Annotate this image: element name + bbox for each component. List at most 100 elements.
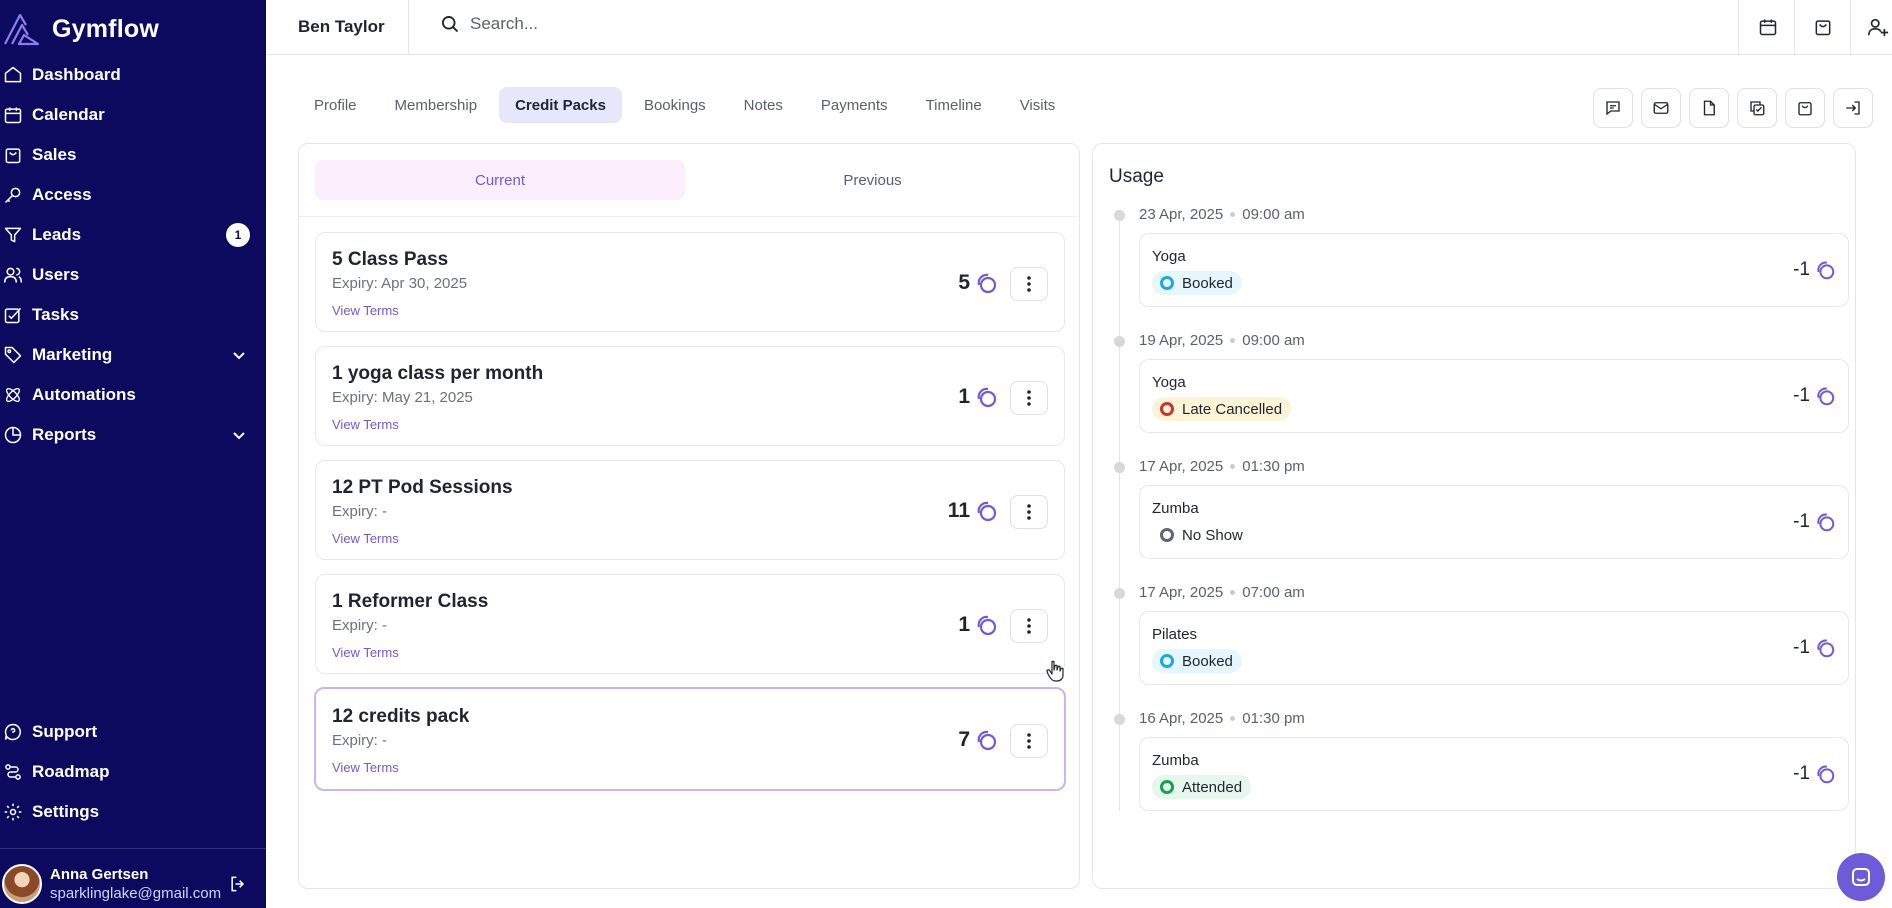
usage-datetime: 23 Apr, 2025 09:00 am	[1139, 206, 1305, 223]
member-actions	[1593, 88, 1873, 128]
key-icon	[2, 184, 24, 206]
calendar-icon	[2, 104, 24, 126]
usage-card[interactable]: Yoga Late Cancelled -1	[1139, 359, 1849, 433]
copy-button[interactable]	[1737, 88, 1777, 128]
pack-menu-button[interactable]	[1010, 495, 1048, 529]
credits-value: 7	[958, 728, 970, 751]
sidebar-item-label: Support	[32, 722, 98, 741]
class-name: Yoga	[1152, 374, 1186, 391]
credit-change-value: -1	[1793, 637, 1810, 658]
chevron-down-icon[interactable]	[232, 428, 246, 442]
sidebar-item-automations[interactable]: Automations	[0, 375, 266, 415]
pack-menu-button[interactable]	[1010, 609, 1048, 643]
view-terms-link[interactable]: View Terms	[332, 417, 399, 432]
usage-time: 01:30 pm	[1242, 458, 1305, 475]
sidebar-item-marketing[interactable]: Marketing	[0, 335, 266, 375]
usage-time: 09:00 am	[1242, 332, 1305, 349]
status-ring-icon	[1160, 276, 1174, 290]
search-bar[interactable]: Search...	[440, 14, 538, 34]
usage-card[interactable]: Yoga Booked -1	[1139, 233, 1849, 307]
copy-check-icon	[1748, 99, 1766, 117]
previous-segment[interactable]: Previous	[685, 160, 1060, 200]
sidebar-item-reports[interactable]: Reports	[0, 415, 266, 455]
usage-card[interactable]: Pilates Booked -1	[1139, 611, 1849, 685]
credit-change-value: -1	[1793, 763, 1810, 784]
sidebar-item-label: Roadmap	[32, 762, 110, 781]
credit-change: -1	[1793, 259, 1836, 281]
usage-date: 16 Apr, 2025	[1139, 710, 1224, 727]
tab-payments[interactable]: Payments	[805, 87, 904, 123]
usage-card[interactable]: Zumba Attended -1	[1139, 737, 1849, 811]
message-icon	[1604, 99, 1622, 117]
tab-visits[interactable]: Visits	[1004, 87, 1072, 123]
sidebar-item-roadmap[interactable]: Roadmap	[0, 752, 266, 792]
status-ring-icon	[1160, 402, 1174, 416]
sidebar-item-access[interactable]: Access	[0, 175, 266, 215]
usage-card[interactable]: Zumba No Show -1	[1139, 485, 1849, 559]
pack-menu-button[interactable]	[1010, 724, 1048, 758]
usage-date: 17 Apr, 2025	[1139, 458, 1224, 475]
send-message-button[interactable]	[1593, 88, 1633, 128]
status-label: Booked	[1182, 274, 1233, 292]
tab-membership[interactable]: Membership	[379, 87, 494, 123]
send-email-button[interactable]	[1641, 88, 1681, 128]
view-terms-link[interactable]: View Terms	[332, 645, 399, 660]
sidebar-item-dashboard[interactable]: Dashboard	[0, 55, 266, 95]
sidebar-item-label: Marketing	[32, 345, 113, 364]
calendar-icon[interactable]	[1757, 16, 1779, 38]
view-terms-link[interactable]: View Terms	[332, 303, 399, 318]
credit-change-value: -1	[1793, 385, 1810, 406]
credit-packs-panel: Current Previous 5 Class Pass Expiry: Ap…	[298, 143, 1080, 889]
pack-menu-button[interactable]	[1010, 267, 1048, 301]
document-button[interactable]	[1689, 88, 1729, 128]
status-label: Late Cancelled	[1182, 400, 1283, 418]
pack-name: 5 Class Pass	[332, 249, 449, 270]
more-vertical-icon	[1027, 390, 1031, 406]
sidebar-item-users[interactable]: Users	[0, 255, 266, 295]
credit-pack-card[interactable]: 12 PT Pod Sessions Expiry: - View Terms …	[315, 460, 1065, 560]
tab-timeline[interactable]: Timeline	[910, 87, 998, 123]
status-ring-icon	[1160, 780, 1174, 794]
status-ring-icon	[1160, 528, 1174, 542]
chat-help-icon	[2, 721, 24, 743]
timeline-dot	[1114, 210, 1125, 221]
tab-bookings[interactable]: Bookings	[628, 87, 722, 123]
status-badge: No Show	[1152, 523, 1252, 547]
check-in-button[interactable]	[1833, 88, 1873, 128]
shopping-bag-icon[interactable]	[1812, 16, 1834, 38]
chat-launcher-button[interactable]	[1837, 853, 1885, 901]
view-terms-link[interactable]: View Terms	[332, 531, 399, 546]
sidebar-item-calendar[interactable]: Calendar	[0, 95, 266, 135]
add-user-icon[interactable]	[1867, 16, 1889, 38]
credit-pack-card[interactable]: 1 Reformer Class Expiry: - View Terms 1	[315, 574, 1065, 674]
search-input[interactable]: Search...	[470, 14, 538, 34]
sidebar-item-support[interactable]: Support	[0, 712, 266, 752]
sidebar-item-settings[interactable]: Settings	[0, 792, 266, 832]
pack-menu-button[interactable]	[1010, 381, 1048, 415]
current-segment[interactable]: Current	[315, 160, 685, 200]
credit-pack-card[interactable]: 5 Class Pass Expiry: Apr 30, 2025 View T…	[315, 232, 1065, 332]
logout-icon[interactable]	[228, 874, 248, 894]
status-label: Attended	[1182, 778, 1243, 796]
credits-value: 11	[947, 499, 970, 522]
sidebar-item-tasks[interactable]: Tasks	[0, 295, 266, 335]
credit-pack-card[interactable]: 1 yoga class per month Expiry: May 21, 2…	[315, 346, 1065, 446]
credit-change: -1	[1793, 763, 1836, 785]
tag-icon	[2, 344, 24, 366]
credit-change: -1	[1793, 511, 1836, 533]
usage-datetime: 17 Apr, 2025 07:00 am	[1139, 584, 1305, 601]
tab-profile[interactable]: Profile	[298, 87, 373, 123]
current-user[interactable]: Anna Gertsen sparklinglake@gmail.com	[2, 862, 264, 906]
usage-time: 01:30 pm	[1242, 710, 1305, 727]
chevron-down-icon[interactable]	[232, 348, 246, 362]
sidebar-item-leads[interactable]: Leads 1	[0, 215, 266, 255]
view-terms-link[interactable]: View Terms	[332, 760, 399, 775]
tab-notes[interactable]: Notes	[728, 87, 799, 123]
usage-time: 09:00 am	[1242, 206, 1305, 223]
sell-button[interactable]	[1785, 88, 1825, 128]
sidebar-item-sales[interactable]: Sales	[0, 135, 266, 175]
credit-pack-card-selected[interactable]: 12 credits pack Expiry: - View Terms 7	[314, 687, 1066, 791]
tab-credit-packs[interactable]: Credit Packs	[499, 87, 622, 123]
brand[interactable]: Gymflow	[2, 10, 159, 48]
separator-dot	[1230, 590, 1236, 595]
